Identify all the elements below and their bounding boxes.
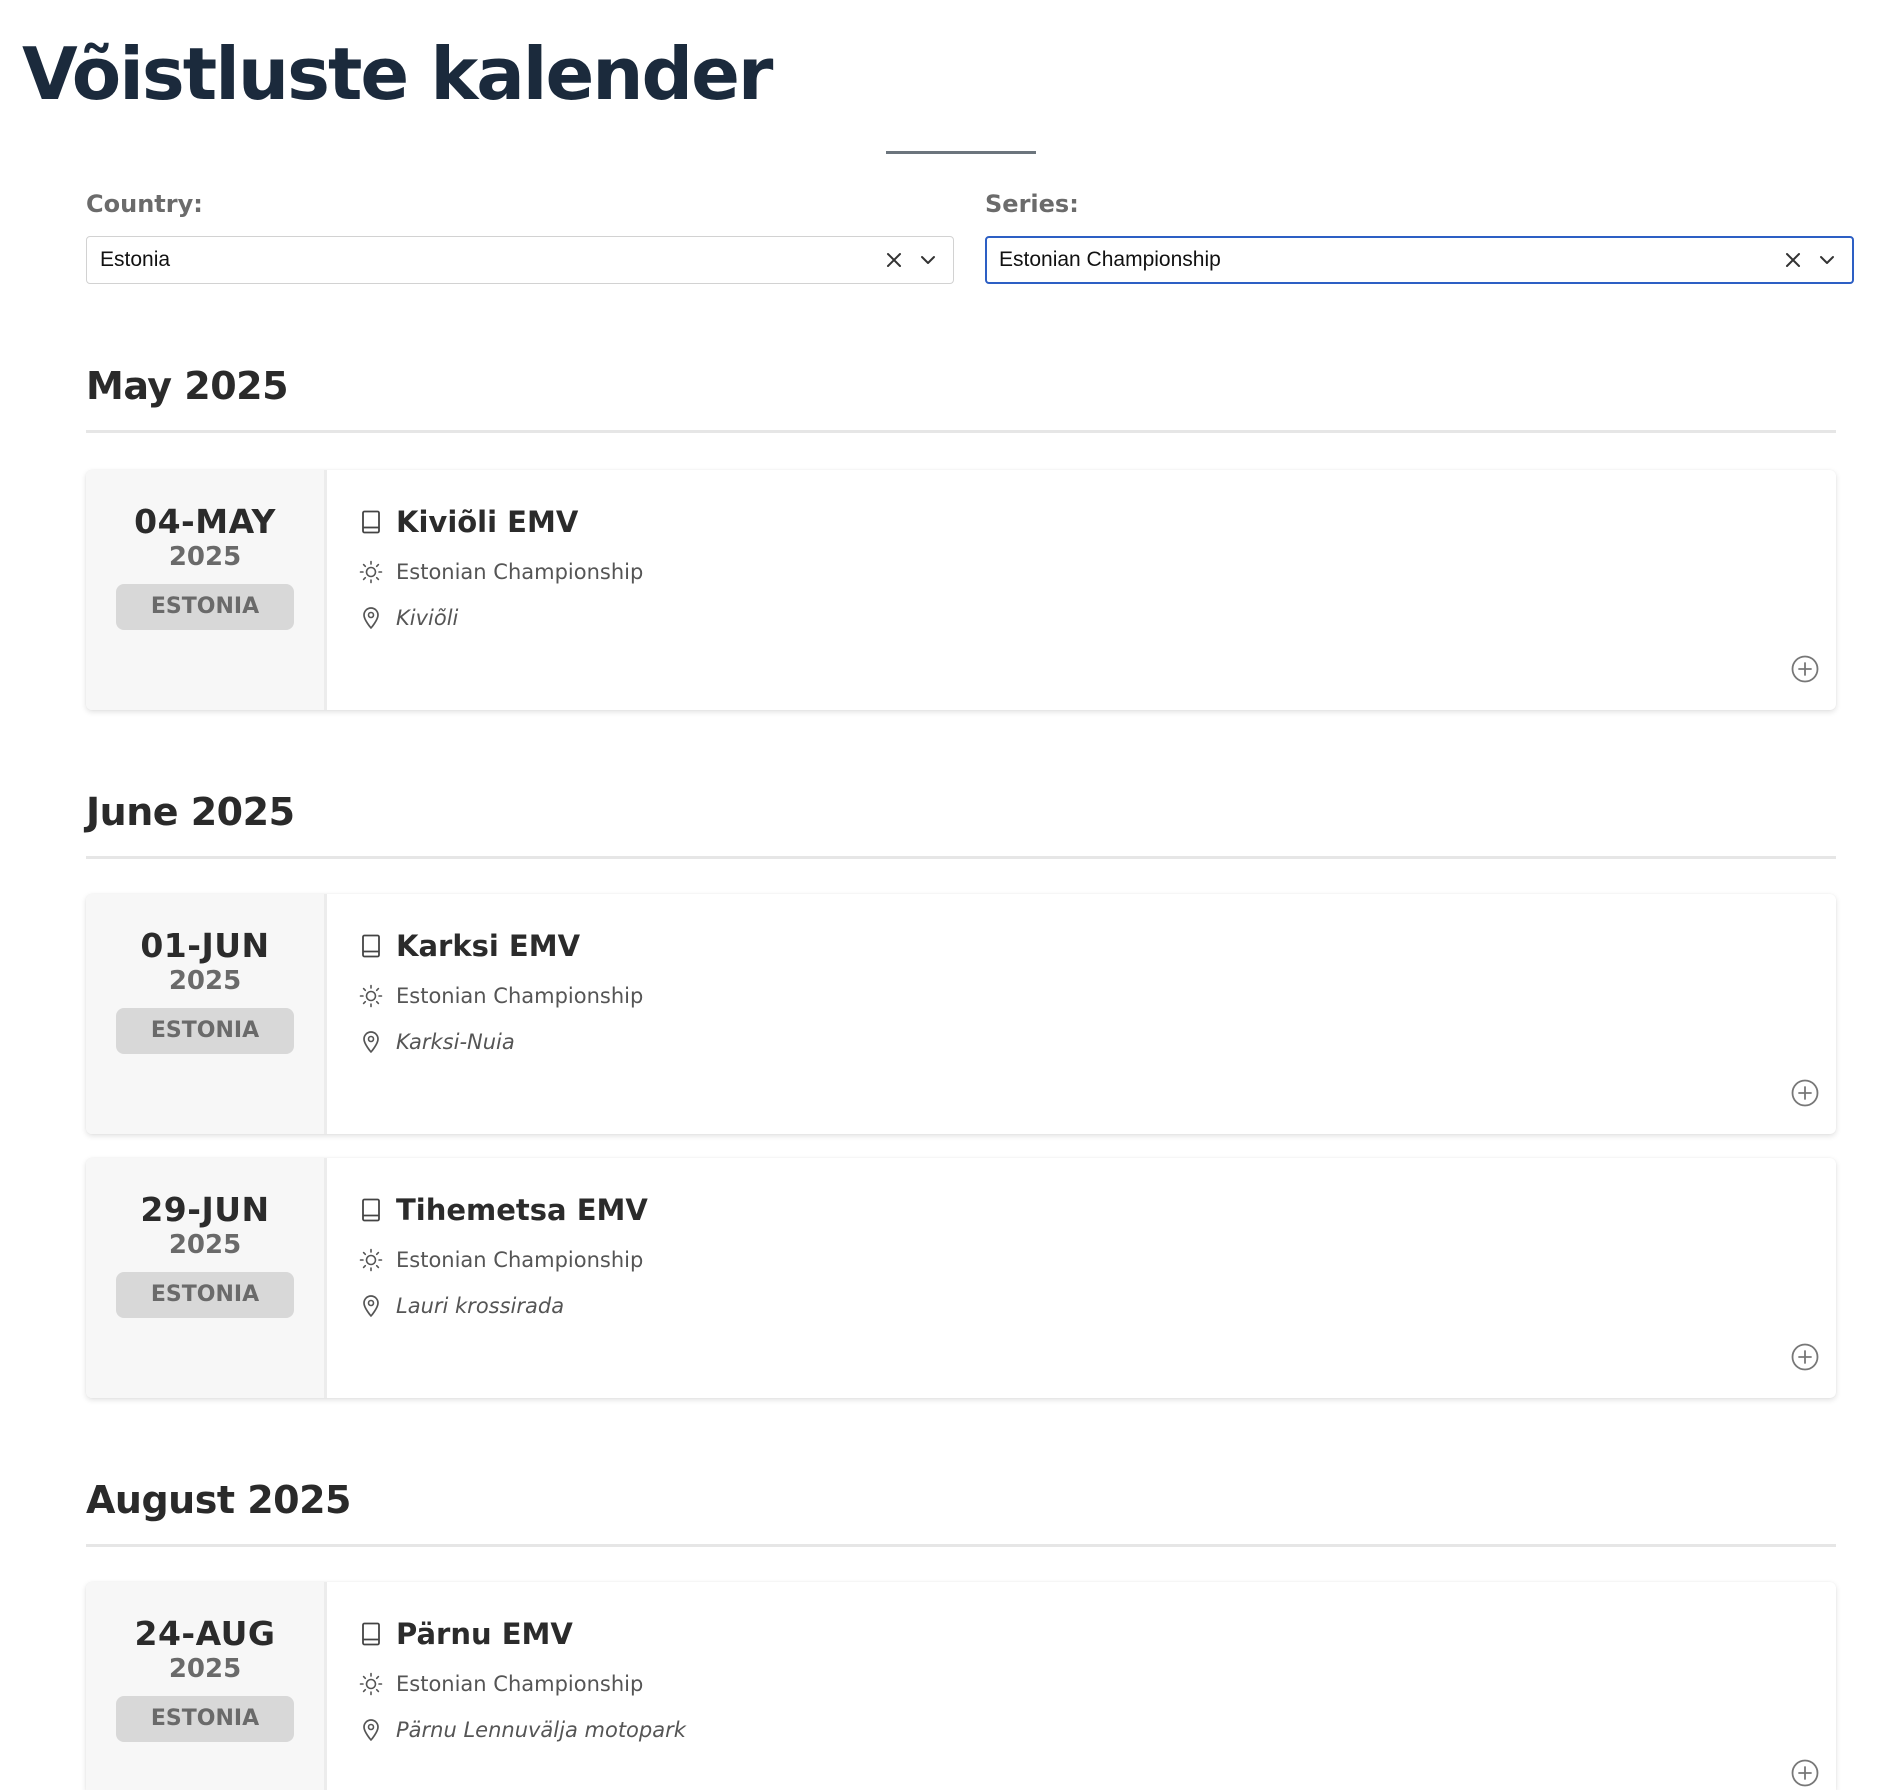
- event-date-panel: 24-AUG 2025 ESTONIA: [86, 1582, 327, 1790]
- month-divider: [86, 430, 1836, 433]
- country-badge: ESTONIA: [116, 1696, 294, 1742]
- page-title: Võistluste kalender: [22, 32, 773, 116]
- month-divider: [86, 856, 1836, 859]
- chevron-down-icon[interactable]: [913, 245, 943, 275]
- country-select[interactable]: Estonia: [86, 236, 954, 284]
- event-series: Estonian Championship: [396, 984, 644, 1008]
- series-select-value: Estonian Championship: [999, 248, 1221, 271]
- event-name[interactable]: Karksi EMV: [396, 929, 580, 963]
- country-filter-label: Country:: [86, 190, 203, 218]
- sun-icon: [358, 984, 384, 1008]
- country-badge: ESTONIA: [116, 1272, 294, 1318]
- event-year: 2025: [168, 1230, 242, 1260]
- plus-circle-icon[interactable]: [1790, 1758, 1820, 1788]
- event-date: 01-JUN: [140, 926, 270, 965]
- event-card[interactable]: 24-AUG 2025 ESTONIA Pärnu EMV Estonian C…: [86, 1582, 1836, 1790]
- event-series: Estonian Championship: [396, 560, 644, 584]
- plus-circle-icon[interactable]: [1790, 1342, 1820, 1372]
- sun-icon: [358, 1248, 384, 1272]
- country-badge: ESTONIA: [116, 584, 294, 630]
- event-series: Estonian Championship: [396, 1672, 644, 1696]
- event-name[interactable]: Pärnu EMV: [396, 1617, 573, 1651]
- event-location: Lauri krossirada: [396, 1294, 565, 1318]
- event-date: 24-AUG: [134, 1614, 276, 1653]
- book-icon: [358, 934, 384, 958]
- book-icon: [358, 510, 384, 534]
- event-year: 2025: [168, 542, 242, 572]
- book-icon: [358, 1622, 384, 1646]
- event-year: 2025: [168, 966, 242, 996]
- series-select[interactable]: Estonian Championship: [985, 236, 1854, 284]
- month-heading: June 2025: [86, 790, 295, 834]
- series-filter-label: Series:: [985, 190, 1079, 218]
- event-date-panel: 04-MAY 2025 ESTONIA: [86, 470, 327, 710]
- map-pin-icon: [358, 606, 384, 630]
- event-name[interactable]: Tihemetsa EMV: [396, 1193, 648, 1227]
- map-pin-icon: [358, 1294, 384, 1318]
- event-name[interactable]: Kiviõli EMV: [396, 505, 578, 539]
- country-select-value: Estonia: [100, 248, 171, 271]
- event-card[interactable]: 04-MAY 2025 ESTONIA Kiviõli EMV Estonian…: [86, 470, 1836, 710]
- plus-circle-icon[interactable]: [1790, 654, 1820, 684]
- event-location: Karksi-Nuia: [396, 1030, 515, 1054]
- sun-icon: [358, 1672, 384, 1696]
- event-series: Estonian Championship: [396, 1248, 644, 1272]
- country-badge: ESTONIA: [116, 1008, 294, 1054]
- sun-icon: [358, 560, 384, 584]
- event-year: 2025: [168, 1654, 242, 1684]
- chevron-down-icon[interactable]: [1812, 245, 1842, 275]
- event-date-panel: 29-JUN 2025 ESTONIA: [86, 1158, 327, 1398]
- title-divider: [886, 151, 1036, 154]
- map-pin-icon: [358, 1718, 384, 1742]
- event-date-panel: 01-JUN 2025 ESTONIA: [86, 894, 327, 1134]
- event-card[interactable]: 01-JUN 2025 ESTONIA Karksi EMV Estonian …: [86, 894, 1836, 1134]
- plus-circle-icon[interactable]: [1790, 1078, 1820, 1108]
- month-divider: [86, 1544, 1836, 1547]
- month-heading: August 2025: [86, 1478, 352, 1522]
- event-location: Kiviõli: [396, 606, 459, 630]
- month-heading: May 2025: [86, 364, 289, 408]
- map-pin-icon: [358, 1030, 384, 1054]
- close-icon[interactable]: [1778, 245, 1808, 275]
- event-card[interactable]: 29-JUN 2025 ESTONIA Tihemetsa EMV Estoni…: [86, 1158, 1836, 1398]
- book-icon: [358, 1198, 384, 1222]
- close-icon[interactable]: [879, 245, 909, 275]
- event-location: Pärnu Lennuvälja motopark: [396, 1718, 686, 1742]
- event-date: 04-MAY: [134, 502, 276, 541]
- event-date: 29-JUN: [140, 1190, 270, 1229]
